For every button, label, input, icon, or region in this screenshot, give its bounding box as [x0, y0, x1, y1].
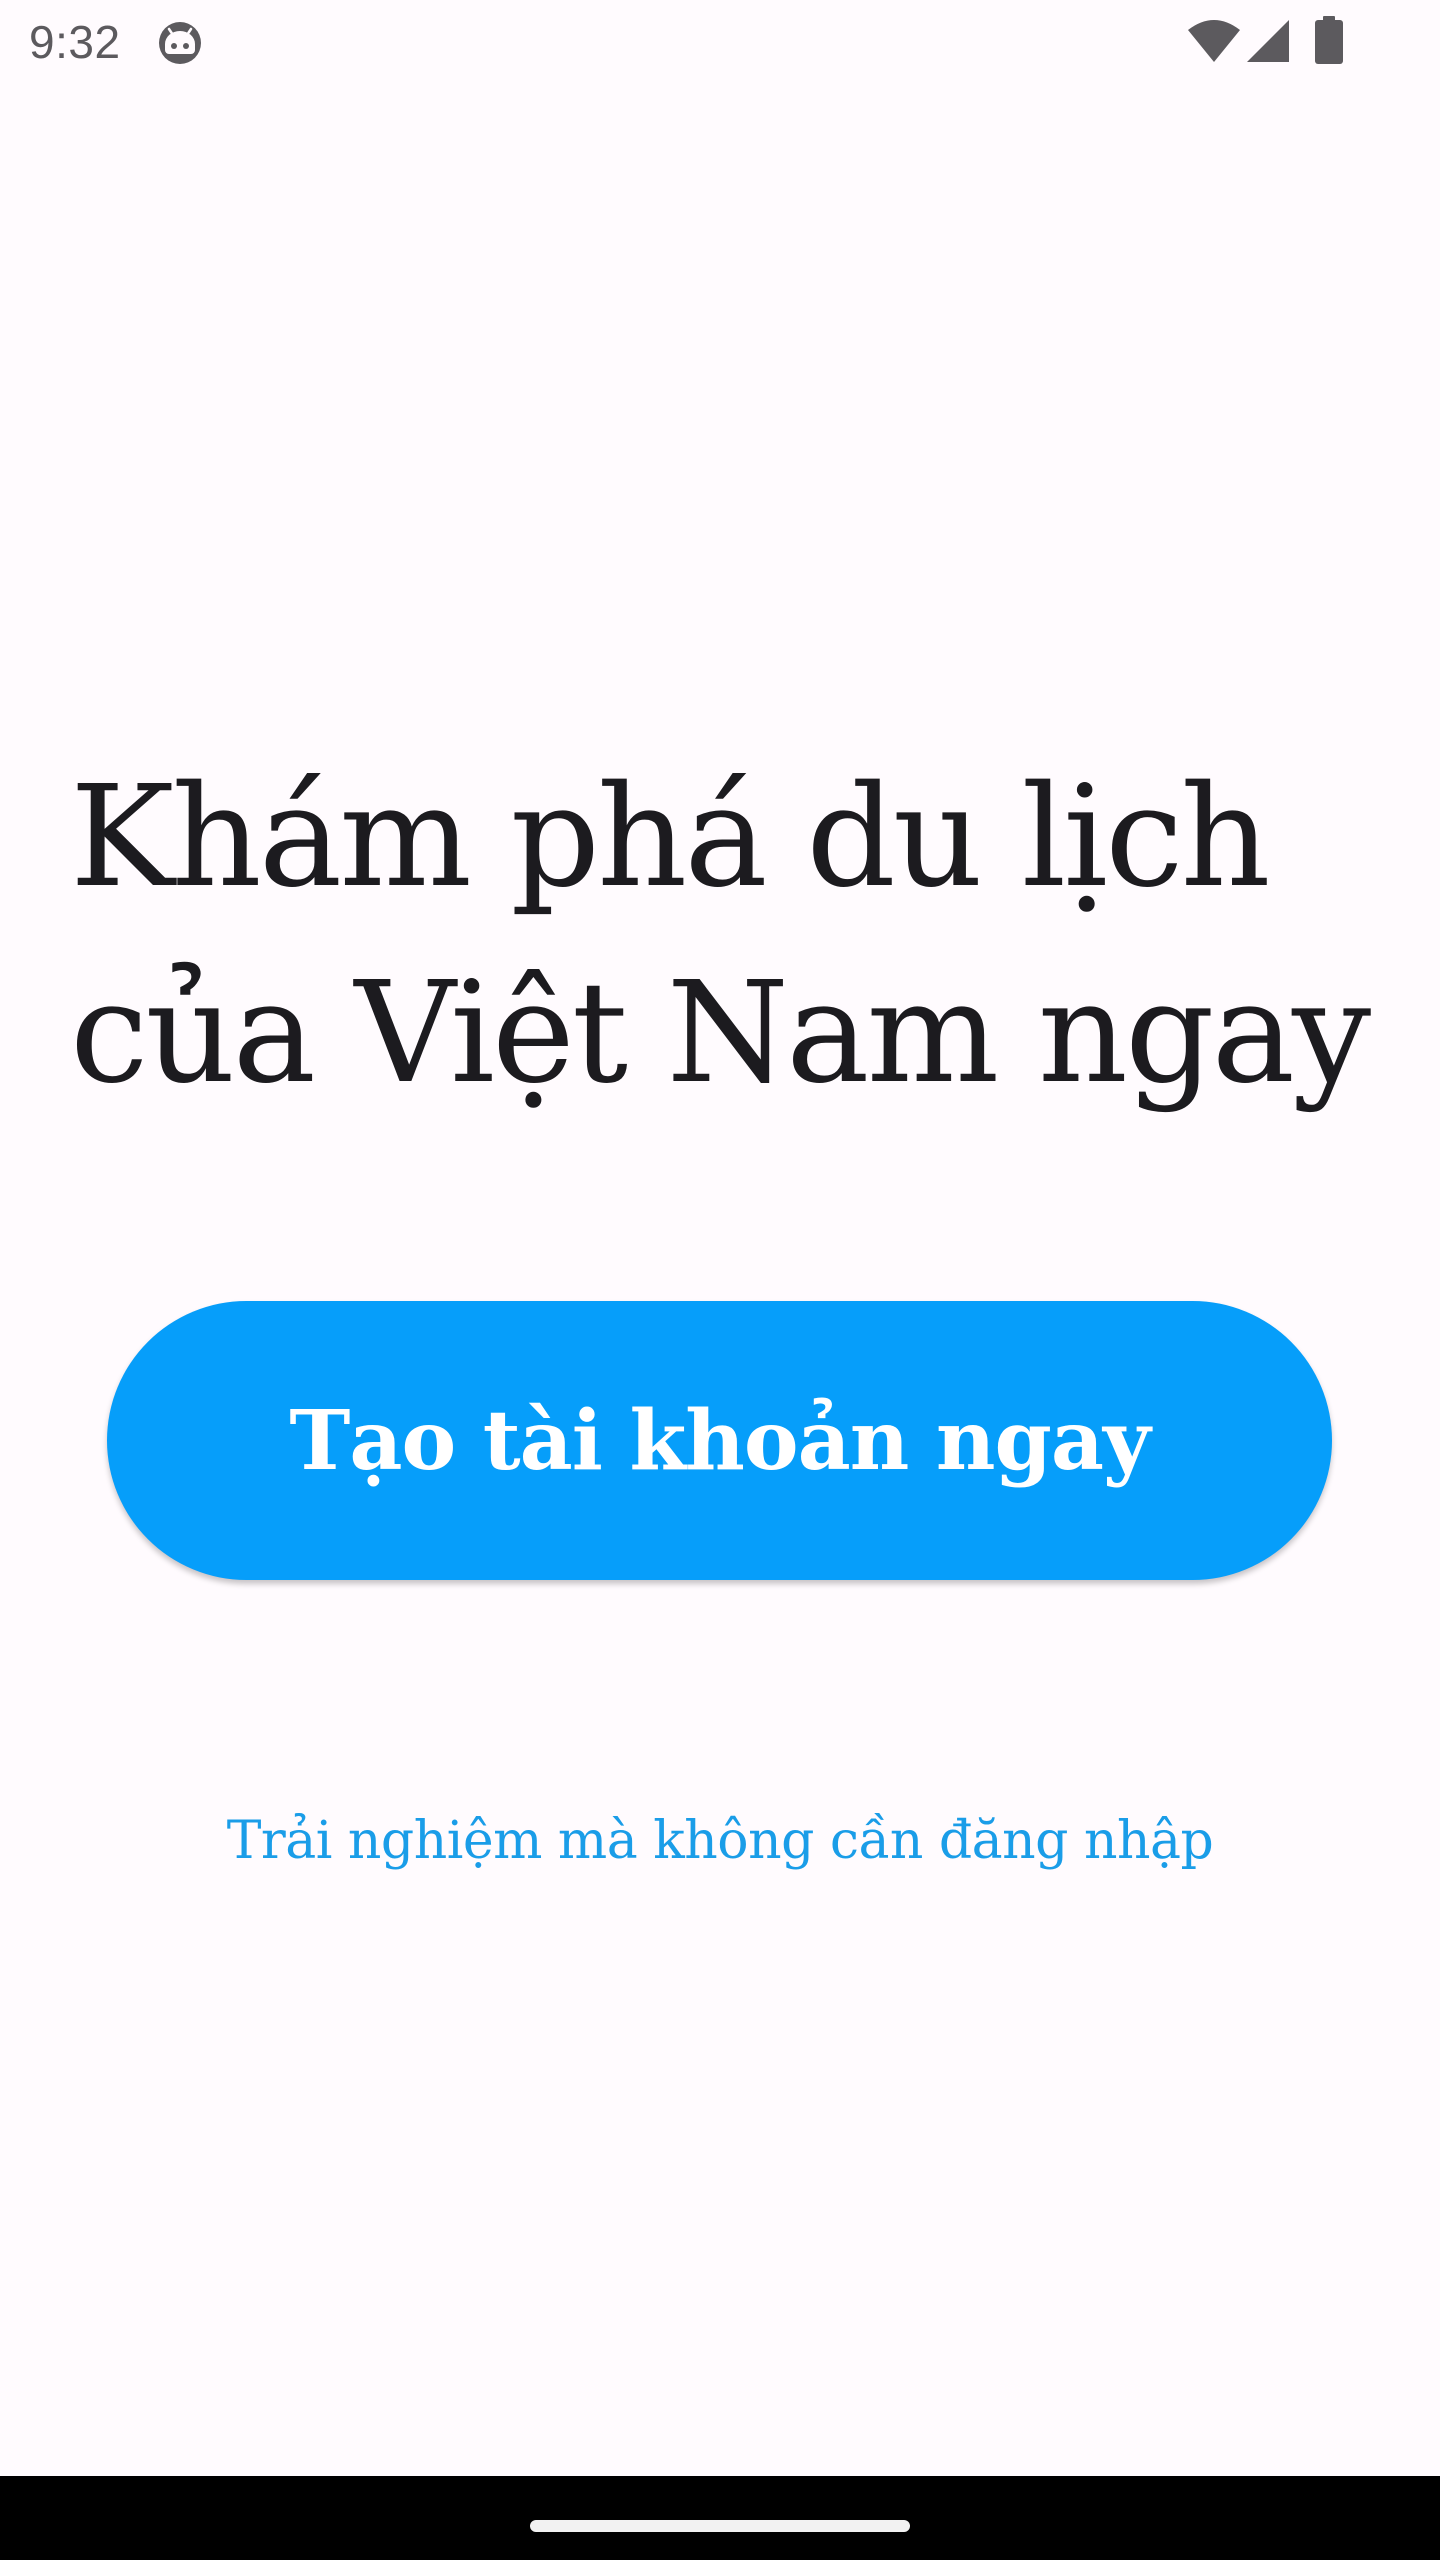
- navigation-bar: [0, 2476, 1440, 2560]
- cell-signal-icon: [1247, 20, 1289, 62]
- android-face-icon: [159, 22, 201, 64]
- home-gesture-bar[interactable]: [530, 2520, 910, 2532]
- wifi-icon: [1188, 20, 1240, 62]
- create-account-button-label: Tạo tài khoản ngay: [289, 1392, 1150, 1489]
- status-time: 9:32: [29, 16, 121, 68]
- welcome-screen: 9:32 Khám phá du lịch của Việt Nam ngay …: [0, 0, 1440, 2560]
- status-bar: 9:32: [0, 0, 1440, 84]
- page-title: Khám phá du lịch của Việt Nam ngay: [70, 756, 1371, 1115]
- battery-icon: [1315, 16, 1343, 64]
- continue-without-login-link[interactable]: Trải nghiệm mà không cần đăng nhập: [0, 1806, 1440, 1876]
- create-account-button[interactable]: Tạo tài khoản ngay: [107, 1301, 1332, 1580]
